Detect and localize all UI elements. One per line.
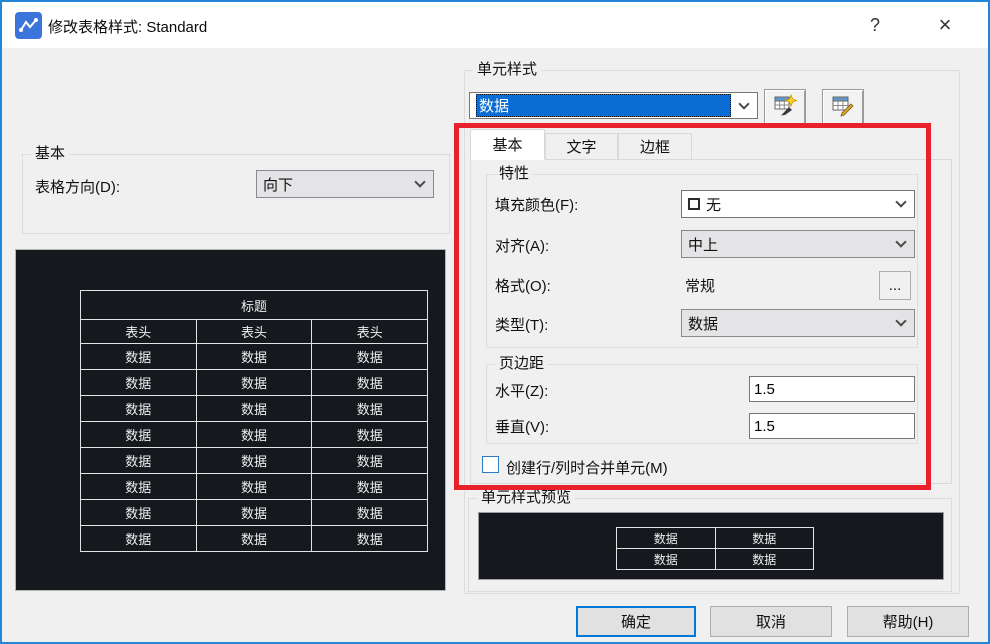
table-direction-label: 表格方向(D): (35, 176, 120, 197)
preview-data-cell: 数据 (312, 474, 428, 500)
merge-cells-checkbox-label: 创建行/列时合并单元(M) (506, 457, 668, 478)
properties-group: 特性 填充颜色(F): 无 对齐(A): 中上 格式(O): 常规 ... 类型… (486, 174, 918, 348)
preview-data-cell: 数据 (81, 396, 197, 422)
preview-header-cell: 表头 (196, 320, 312, 344)
app-icon (15, 12, 42, 39)
preview-data-cell: 数据 (196, 448, 312, 474)
preview-cell: 数据 (617, 528, 716, 549)
preview-data-cell: 数据 (196, 474, 312, 500)
margins-group-label: 页边距 (495, 355, 548, 373)
title-bar: 修改表格样式: Standard ? × (2, 2, 988, 48)
preview-data-cell: 数据 (81, 370, 197, 396)
merge-cells-checkbox[interactable] (482, 456, 499, 473)
edit-table-style-icon (831, 94, 855, 121)
table-style-preview-panel: 标题 表头 表头 表头 数据 数据 数据 数据 数据 数据 数据 数据 数据 (15, 249, 446, 591)
preview-data-cell: 数据 (81, 448, 197, 474)
preview-data-cell: 数据 (81, 422, 197, 448)
margins-group: 页边距 水平(Z): 垂直(V): (486, 364, 918, 444)
table-direction-value: 向下 (263, 174, 293, 195)
tab-basic-label: 基本 (492, 134, 522, 155)
basic-group-label: 基本 (31, 145, 69, 163)
fill-color-select[interactable]: 无 (681, 190, 915, 218)
window-title: 修改表格样式: Standard (48, 16, 207, 37)
basic-group: 基本 表格方向(D): 向下 (22, 154, 450, 234)
cell-style-preview-group-label: 单元样式预览 (477, 489, 575, 507)
chevron-down-icon (738, 98, 749, 109)
preview-title-cell: 标题 (81, 291, 428, 320)
preview-data-cell: 数据 (312, 448, 428, 474)
preview-cell: 数据 (617, 549, 716, 570)
format-value: 常规 (685, 275, 715, 296)
modify-table-style-dialog: 修改表格样式: Standard ? × 基本 表格方向(D): 向下 标题 表… (0, 0, 990, 644)
preview-data-cell: 数据 (312, 526, 428, 552)
preview-data-cell: 数据 (196, 370, 312, 396)
preview-data-cell: 数据 (312, 422, 428, 448)
vertical-margin-input[interactable] (749, 413, 915, 439)
table-direction-select[interactable]: 向下 (256, 170, 434, 198)
table-style-preview: 标题 表头 表头 表头 数据 数据 数据 数据 数据 数据 数据 数据 数据 (80, 290, 428, 552)
preview-data-cell: 数据 (196, 396, 312, 422)
ok-button[interactable]: 确定 (576, 606, 696, 637)
preview-data-cell: 数据 (81, 526, 197, 552)
tab-text[interactable]: 文字 (545, 133, 618, 160)
preview-data-cell: 数据 (312, 500, 428, 526)
properties-group-label: 特性 (495, 165, 533, 183)
tab-border-label: 边框 (640, 136, 670, 157)
create-cell-style-button[interactable] (764, 89, 806, 126)
chevron-down-icon (414, 176, 425, 187)
preview-data-cell: 数据 (196, 500, 312, 526)
alignment-select[interactable]: 中上 (681, 230, 915, 258)
preview-data-cell: 数据 (196, 526, 312, 552)
preview-header-cell: 表头 (81, 320, 197, 344)
preview-data-cell: 数据 (81, 344, 197, 370)
preview-data-cell: 数据 (81, 474, 197, 500)
vertical-margin-label: 垂直(V): (495, 416, 549, 437)
cancel-button[interactable]: 取消 (710, 606, 832, 637)
chevron-down-icon (895, 196, 906, 207)
cell-style-preview-table: 数据 数据 数据 数据 (616, 527, 814, 570)
help-button[interactable]: 帮助(H) (847, 606, 969, 637)
fill-color-label: 填充颜色(F): (495, 194, 578, 215)
preview-header-cell: 表头 (312, 320, 428, 344)
horizontal-margin-label: 水平(Z): (495, 380, 548, 401)
preview-data-cell: 数据 (196, 422, 312, 448)
preview-data-cell: 数据 (312, 370, 428, 396)
horizontal-margin-input[interactable] (749, 376, 915, 402)
cell-style-preview-panel: 数据 数据 数据 数据 (478, 512, 944, 580)
cell-style-selected-value: 数据 (476, 94, 731, 117)
format-label: 格式(O): (495, 275, 551, 296)
type-label: 类型(T): (495, 314, 548, 335)
cell-style-select[interactable]: 数据 (469, 92, 758, 119)
type-select[interactable]: 数据 (681, 309, 915, 337)
preview-cell: 数据 (715, 549, 814, 570)
format-browse-button[interactable]: ... (879, 271, 911, 300)
fill-color-value: 无 (706, 194, 721, 215)
cell-style-preview-group: 单元样式预览 数据 数据 数据 数据 (468, 498, 952, 592)
tab-border[interactable]: 边框 (618, 133, 692, 160)
preview-data-cell: 数据 (196, 344, 312, 370)
close-button[interactable]: × (922, 2, 968, 48)
chevron-down-icon (895, 315, 906, 326)
alignment-label: 对齐(A): (495, 235, 549, 256)
new-table-style-icon (773, 94, 797, 121)
preview-data-cell: 数据 (81, 500, 197, 526)
help-titlebar-button[interactable]: ? (852, 2, 898, 48)
tab-basic[interactable]: 基本 (470, 129, 545, 160)
cell-styles-group-label: 单元样式 (473, 61, 541, 79)
preview-data-cell: 数据 (312, 344, 428, 370)
preview-cell: 数据 (715, 528, 814, 549)
type-value: 数据 (688, 313, 718, 334)
manage-cell-styles-button[interactable] (822, 89, 864, 126)
preview-data-cell: 数据 (312, 396, 428, 422)
chevron-down-icon (895, 236, 906, 247)
alignment-value: 中上 (688, 234, 718, 255)
color-swatch-none-icon (688, 198, 700, 210)
tab-text-label: 文字 (566, 136, 596, 157)
